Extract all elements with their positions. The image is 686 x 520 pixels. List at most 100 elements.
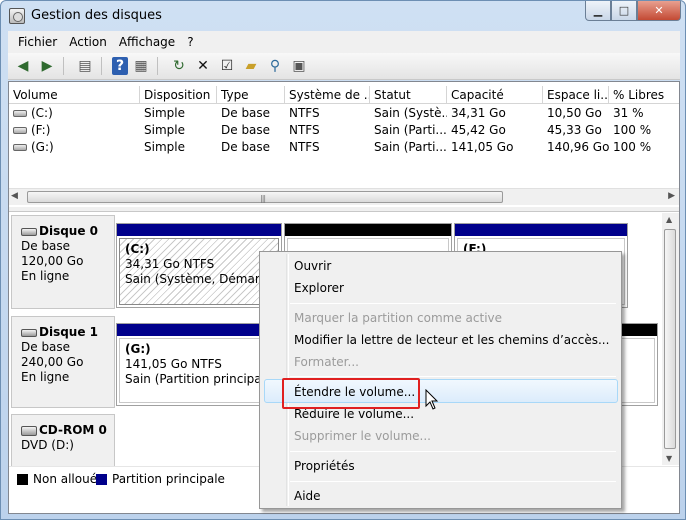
toolbar-separator	[63, 57, 69, 75]
menu-action[interactable]: Action	[63, 35, 113, 49]
search-icon[interactable]: ⚲	[264, 55, 286, 77]
menu-item-shrink-volume[interactable]: Réduire le volume...	[294, 407, 414, 422]
volume-list-header: Volume Disposition Type Système de ... S…	[9, 86, 679, 104]
disk-name: CD-ROM 0	[39, 423, 107, 437]
partition-size: 34,31 Go NTFS	[125, 257, 215, 271]
primary-partition-swatch	[96, 473, 107, 485]
close-button[interactable]: ✕	[637, 1, 681, 21]
scroll-thumb[interactable]: |||	[27, 191, 503, 203]
disk-status: En ligne	[21, 370, 70, 384]
console-icon[interactable]: ▣	[288, 55, 310, 77]
partition-c-details: (C:) 34,31 Go NTFS Sain (Système, Démarr…	[119, 238, 279, 305]
column-status[interactable]: Statut	[370, 86, 447, 104]
primary-partition-bar	[117, 224, 281, 236]
cell-layout: Simple	[144, 140, 185, 154]
menu-separator	[290, 481, 616, 482]
menu-separator	[290, 451, 616, 452]
grip-icon: |||	[260, 194, 266, 203]
primary-partition-bar	[455, 224, 627, 236]
disk-type: De base	[21, 340, 71, 354]
menu-item-properties[interactable]: Propriétés	[294, 459, 355, 474]
pane-splitter[interactable]	[9, 207, 679, 212]
menu-item-open[interactable]: Ouvrir	[294, 259, 331, 274]
disk-label[interactable]: CD-ROM 0 DVD (D:)	[11, 414, 115, 466]
delete-icon[interactable]: ✕	[192, 55, 214, 77]
scroll-right-icon[interactable]: ▶	[668, 191, 675, 201]
cell-status: Sain (Parti...	[374, 123, 447, 137]
column-filesystem[interactable]: Système de ...	[285, 86, 370, 104]
disk-label[interactable]: Disque 0 De base 120,00 Go En ligne	[11, 215, 115, 309]
status-bar	[8, 514, 680, 519]
column-volume[interactable]: Volume	[9, 86, 140, 104]
minimize-button[interactable]: ▁	[585, 1, 611, 21]
disk-type: De base	[21, 239, 71, 253]
vertical-scrollbar[interactable]: ▲ ▼	[662, 213, 679, 465]
menu-item-help[interactable]: Aide	[294, 489, 321, 504]
checklist-icon[interactable]: ☑	[216, 55, 238, 77]
hard-disk-icon	[21, 328, 37, 337]
disk-size: 120,00 Go	[21, 254, 84, 268]
cell-layout: Simple	[144, 123, 185, 137]
disk-type: DVD (D:)	[21, 438, 74, 452]
refresh-icon[interactable]: ↻	[168, 55, 190, 77]
cell-volume: (G:)	[9, 139, 140, 156]
volume-name: (C:)	[31, 106, 53, 120]
back-arrow-icon[interactable]: ◀	[12, 55, 34, 77]
panel-icon[interactable]: ▤	[74, 55, 96, 77]
column-free-space[interactable]: Espace li...	[543, 86, 609, 104]
cell-type: De base	[221, 123, 271, 137]
column-capacity[interactable]: Capacité	[447, 86, 543, 104]
drive-icon	[13, 110, 27, 117]
toolbar-separator	[101, 57, 107, 75]
cell-type: De base	[221, 106, 271, 120]
menu-view[interactable]: Affichage	[113, 35, 181, 49]
scroll-left-icon[interactable]: ◀	[11, 191, 18, 201]
table-row[interactable]: (F:) Simple De base NTFS Sain (Parti... …	[9, 122, 679, 139]
cell-capacity: 141,05 Go	[451, 140, 514, 154]
hard-disk-icon	[21, 227, 37, 236]
menu-item-format: Formater...	[294, 355, 359, 369]
cell-filesystem: NTFS	[289, 123, 320, 137]
disk-label[interactable]: Disque 1 De base 240,00 Go En ligne	[11, 316, 115, 408]
mouse-cursor-icon	[425, 389, 439, 410]
menu-item-change-drive-letter[interactable]: Modifier la lettre de lecteur et les che…	[294, 333, 609, 348]
column-percent-free[interactable]: % Libres	[609, 86, 679, 104]
properties-icon[interactable]: ▦	[130, 55, 152, 77]
column-type[interactable]: Type	[217, 86, 285, 104]
open-folder-icon[interactable]: ▰	[240, 55, 262, 77]
cell-capacity: 45,42 Go	[451, 123, 506, 137]
drive-icon	[13, 127, 27, 134]
horizontal-scrollbar[interactable]: ◀ ||| ▶	[9, 188, 679, 205]
column-layout[interactable]: Disposition	[140, 86, 217, 104]
volume-name: (G:)	[31, 140, 54, 154]
scroll-down-icon[interactable]: ▼	[666, 454, 672, 463]
table-row[interactable]: (C:) Simple De base NTFS Sain (Systè... …	[9, 105, 679, 122]
cell-filesystem: NTFS	[289, 140, 320, 154]
partition-name: (C:)	[125, 242, 150, 256]
window-controls: ▁ □ ✕	[585, 1, 681, 21]
scroll-up-icon[interactable]: ▲	[666, 215, 672, 224]
cell-free-space: 10,50 Go	[547, 106, 602, 120]
cell-percent-free: 100 %	[613, 140, 652, 154]
forward-arrow-icon[interactable]: ▶	[36, 55, 58, 77]
toolbar-separator	[157, 57, 163, 75]
menu-file[interactable]: Fichier	[12, 35, 63, 49]
menu-bar: Fichier Action Affichage ?	[8, 31, 680, 53]
cell-layout: Simple	[144, 106, 185, 120]
menu-item-explore[interactable]: Explorer	[294, 281, 344, 296]
window-title: Gestion des disques	[31, 8, 162, 23]
title-bar[interactable]: Gestion des disques ▁ □ ✕	[1, 1, 685, 31]
cell-percent-free: 100 %	[613, 123, 652, 137]
menu-help[interactable]: ?	[181, 35, 199, 49]
scroll-thumb[interactable]	[664, 229, 676, 449]
partition-c[interactable]: (C:) 34,31 Go NTFS Sain (Système, Démarr…	[116, 223, 282, 308]
maximize-button[interactable]: □	[611, 1, 637, 21]
table-row[interactable]: (G:) Simple De base NTFS Sain (Parti... …	[9, 139, 679, 156]
cell-volume: (C:)	[9, 105, 140, 122]
help-icon[interactable]: ?	[112, 57, 128, 75]
cell-percent-free: 31 %	[613, 106, 644, 120]
legend-label: Partition principale	[112, 472, 225, 486]
menu-separator	[290, 376, 616, 377]
highlight-annotation-box	[282, 378, 420, 409]
menu-separator	[290, 303, 616, 304]
